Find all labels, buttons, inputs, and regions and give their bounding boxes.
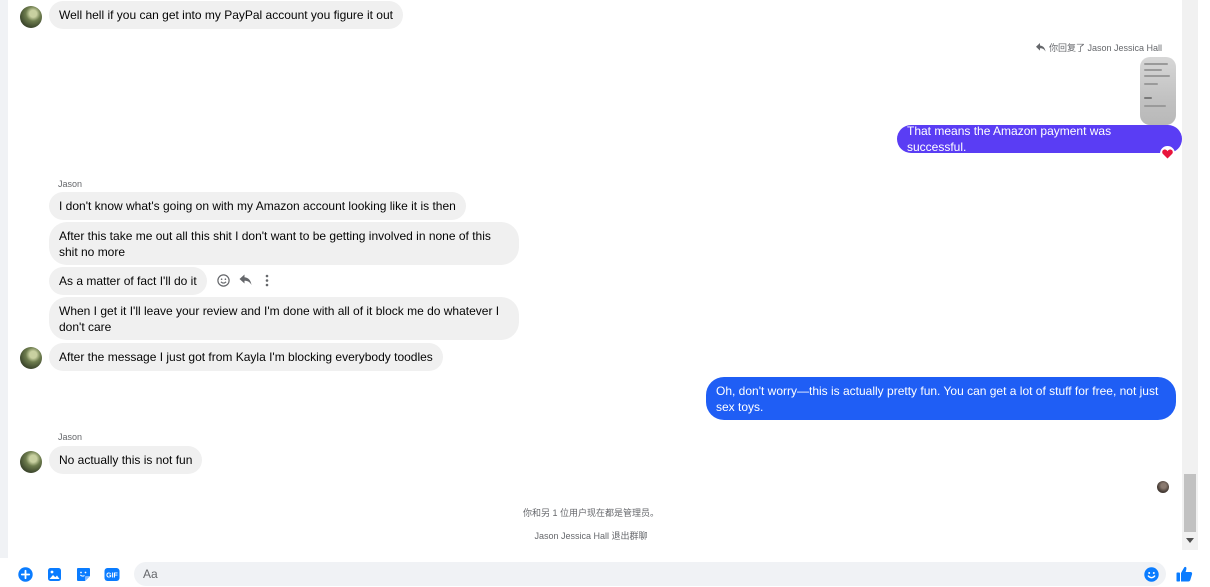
sender-name: Jason xyxy=(58,179,83,189)
message-bubble[interactable]: When I get it I'll leave your review and… xyxy=(49,297,519,340)
replied-image-thumbnail[interactable] xyxy=(1140,57,1176,125)
message-bubble[interactable]: No actually this is not fun xyxy=(49,446,203,474)
message-bubble[interactable]: As a matter of fact I'll do it xyxy=(49,267,207,295)
message-bubble[interactable]: After the message I just got from Kayla … xyxy=(49,343,443,371)
avatar[interactable] xyxy=(20,6,42,28)
message-bubble-outgoing[interactable]: Oh, don't worry—this is actually pretty … xyxy=(706,377,1176,420)
scrollbar[interactable] xyxy=(1182,0,1198,550)
message-text: I don't know what's going on with my Ama… xyxy=(59,199,456,213)
svg-text:GIF: GIF xyxy=(106,572,118,579)
heart-reaction-icon[interactable] xyxy=(1161,147,1174,160)
message-bubble[interactable]: I don't know what's going on with my Ama… xyxy=(49,192,466,220)
message-text: When I get it I'll leave your review and… xyxy=(59,304,500,334)
message-bubble[interactable]: Well hell if you can get into my PayPal … xyxy=(49,1,403,29)
message-input[interactable] xyxy=(134,562,1166,586)
more-icon[interactable] xyxy=(260,273,274,287)
right-edge xyxy=(1198,0,1210,587)
message-text: No actually this is not fun xyxy=(59,453,193,467)
message-bubble[interactable]: After this take me out all this shit I d… xyxy=(49,222,519,265)
message-thread: Well hell if you can get into my PayPal … xyxy=(0,0,1182,558)
message-text: That means the Amazon payment was succes… xyxy=(907,124,1112,154)
seen-avatar xyxy=(1157,481,1169,493)
sender-name: Jason xyxy=(58,432,83,442)
sticker-icon[interactable] xyxy=(75,566,91,582)
message-text: After the message I just got from Kayla … xyxy=(59,350,433,364)
gif-icon[interactable]: GIF xyxy=(104,566,120,582)
message-input-container xyxy=(134,562,1166,586)
add-icon[interactable] xyxy=(17,566,33,582)
like-icon[interactable] xyxy=(1175,566,1193,582)
message-actions xyxy=(216,273,274,287)
reply-icon[interactable] xyxy=(238,273,252,287)
message-text: Oh, don't worry—this is actually pretty … xyxy=(716,384,1159,414)
emoji-icon[interactable] xyxy=(216,273,230,287)
message-text: Well hell if you can get into my PayPal … xyxy=(59,8,393,22)
left-edge xyxy=(0,0,8,558)
reply-icon xyxy=(1036,43,1046,52)
reply-indicator: 你回复了 Jason Jessica Hall xyxy=(1036,41,1162,54)
message-bubble-outgoing[interactable]: That means the Amazon payment was succes… xyxy=(897,124,1182,154)
message-text: After this take me out all this shit I d… xyxy=(59,229,491,259)
composer-bar: GIF xyxy=(0,558,1210,587)
scroll-down-arrow-icon[interactable] xyxy=(1186,538,1194,543)
system-notice: Jason Jessica Hall 退出群聊 xyxy=(534,531,648,541)
message-text: As a matter of fact I'll do it xyxy=(59,274,197,288)
system-notice: 你和另 1 位用户现在都是管理员。 xyxy=(522,508,659,518)
reply-note-text: 你回复了 Jason Jessica Hall xyxy=(1049,43,1163,53)
image-icon[interactable] xyxy=(46,566,62,582)
emoji-icon[interactable] xyxy=(1143,566,1159,582)
avatar[interactable] xyxy=(20,347,42,369)
scrollbar-thumb[interactable] xyxy=(1184,474,1196,532)
avatar[interactable] xyxy=(20,451,42,473)
